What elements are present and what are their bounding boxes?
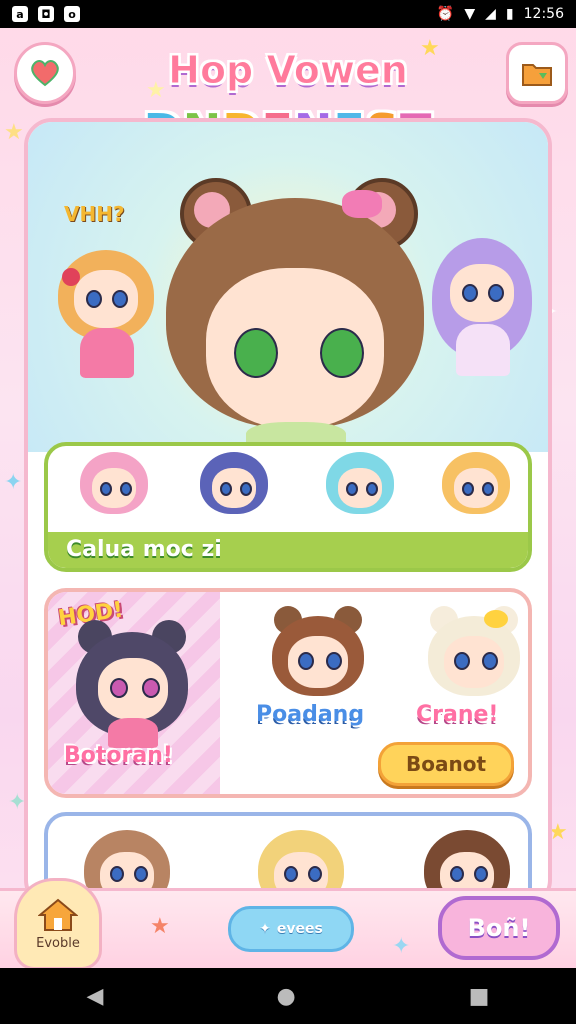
- home-icon: [38, 898, 78, 931]
- character-name-label: Poadang: [256, 702, 365, 727]
- back-icon[interactable]: ◀: [87, 984, 104, 1009]
- character-strip-pink: HOD! Botoran! Poadang Crane! Boanot: [44, 588, 532, 798]
- app-title: Hop Vowen: [168, 48, 409, 93]
- character-name-label-2: Crane!: [416, 702, 499, 727]
- bonus-round-button[interactable]: Boñ!: [438, 896, 560, 960]
- recents-icon[interactable]: ■: [469, 984, 490, 1009]
- system-nav-bar: ◀ ● ■: [0, 968, 576, 1024]
- home-button[interactable]: Evoble: [14, 878, 102, 970]
- featured-card[interactable]: HOD! Botoran!: [48, 592, 220, 794]
- strip-caption: Calua moc zi: [48, 532, 528, 568]
- alarm-icon: ⏰: [436, 6, 455, 22]
- notification-icon-a: a: [12, 6, 28, 22]
- character-main-bear[interactable]: [160, 178, 430, 452]
- notification-icon-o: o: [64, 6, 80, 22]
- events-button[interactable]: ✦ evees: [228, 906, 354, 952]
- star-icon: ★: [150, 914, 170, 939]
- character-purple[interactable]: [428, 234, 538, 394]
- clock: 12:56: [523, 6, 564, 22]
- sparkle-icon: ✦: [392, 934, 411, 959]
- featured-label: Botoran!: [64, 743, 173, 768]
- home-label: Evoble: [36, 935, 80, 951]
- character-strip-green: Calua moc zi: [44, 442, 532, 572]
- sparkle-icon: ✦: [4, 470, 23, 495]
- home-circle-icon[interactable]: ●: [276, 984, 295, 1009]
- notification-icon-image: ◘: [38, 6, 54, 22]
- mini-character-teal[interactable]: [324, 450, 396, 534]
- status-bar: a ◘ o ⏰ ▼ ◢ ▮ 12:56: [0, 0, 576, 28]
- character-blonde[interactable]: [52, 242, 162, 392]
- battery-icon: ▮: [505, 6, 514, 22]
- sparkle-icon: ✦: [259, 921, 271, 937]
- hero-section: VHH?: [28, 122, 548, 452]
- wifi-icon: ▼: [464, 6, 476, 22]
- signal-icon: ◢: [485, 6, 496, 22]
- main-panel: VHH? Calua moc zi HOD! Botoran! Poadang …: [24, 118, 552, 908]
- mini-character-navy[interactable]: [198, 450, 270, 534]
- character-dark-cat: [72, 614, 192, 754]
- character-cream-cat[interactable]: [424, 606, 524, 706]
- mini-character-pink[interactable]: [78, 450, 150, 534]
- mini-character-rainbow[interactable]: [440, 450, 512, 534]
- bonus-button[interactable]: Boanot: [378, 742, 514, 786]
- speech-bubble: VHH?: [64, 202, 125, 226]
- character-brown-bear[interactable]: [268, 606, 368, 706]
